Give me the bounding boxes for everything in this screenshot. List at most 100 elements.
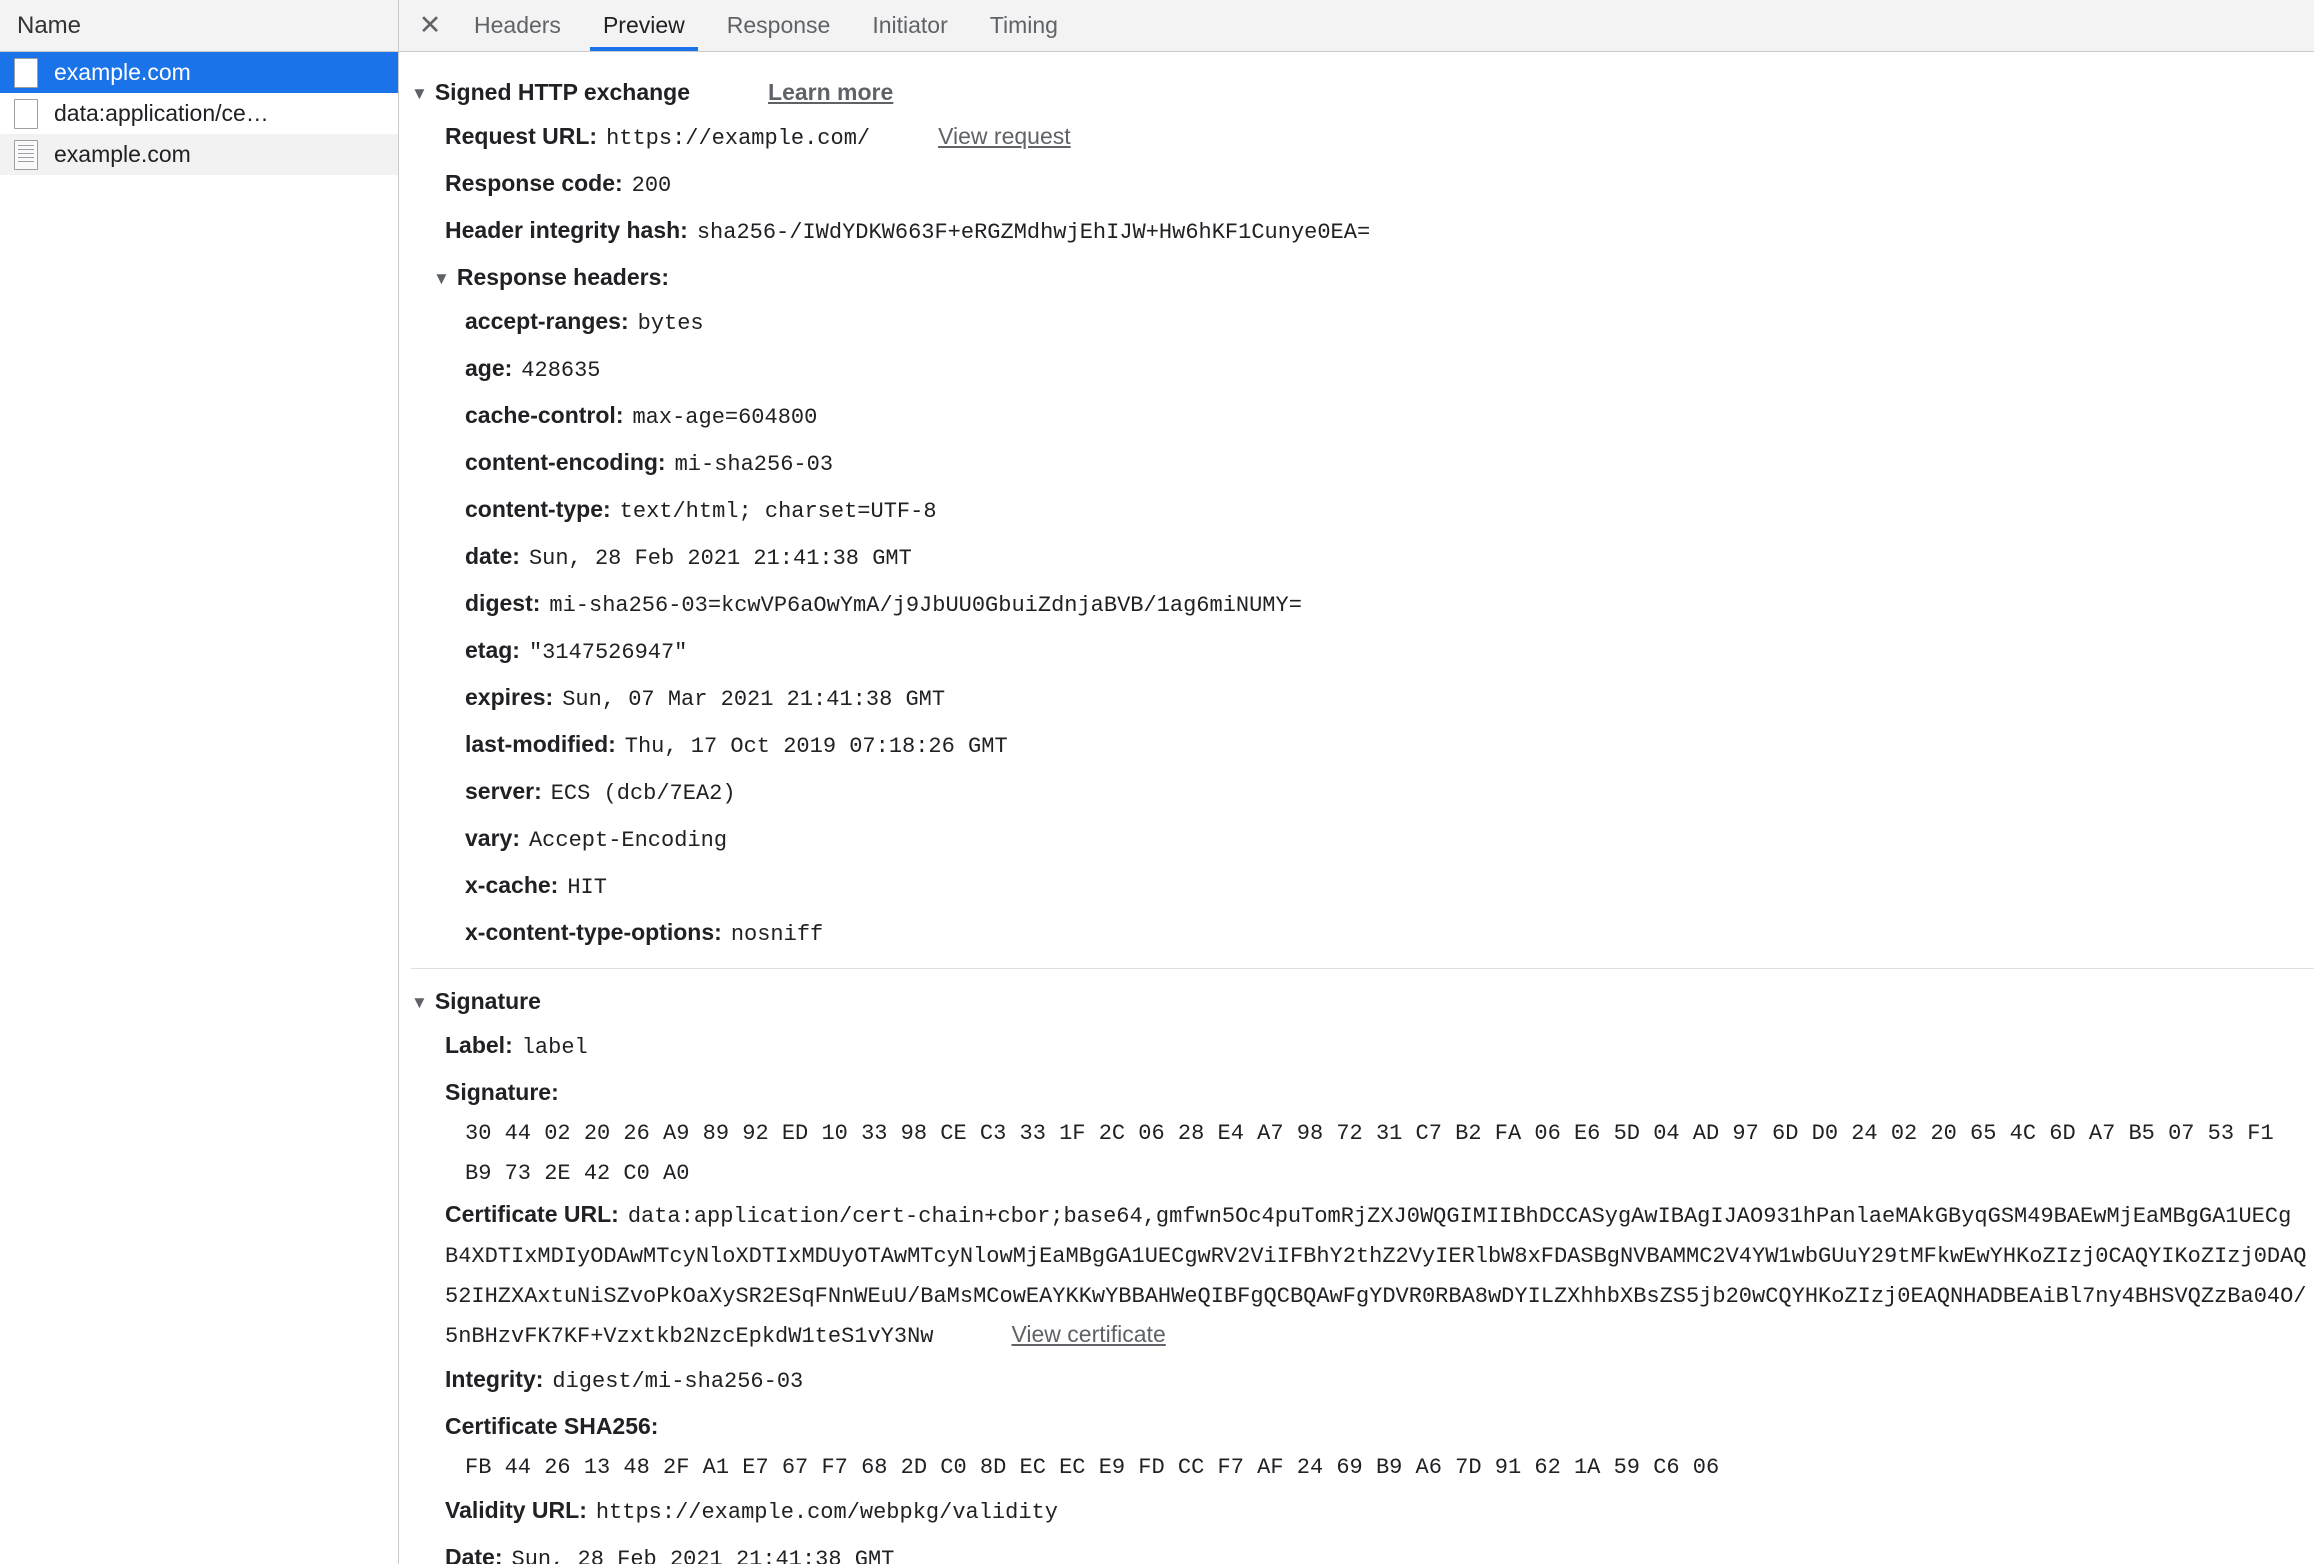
- blank-document-icon: [14, 57, 38, 88]
- header-value: nosniff: [730, 922, 824, 947]
- integrity-row: Integrity: digest/mi-sha256-03: [399, 1357, 2314, 1404]
- network-row-data-application-cert[interactable]: data:application/ce…: [0, 93, 398, 134]
- column-header-name: Name: [17, 11, 82, 39]
- certificate-url-value: 5nBHzvFK7KF+Vzxtkb2NzcEpkdW1teS1vY3Nw: [445, 1324, 934, 1349]
- response-code-row: Response code: 200: [399, 161, 2314, 208]
- network-row-example-com-html[interactable]: example.com: [0, 134, 398, 175]
- header-name: age:: [465, 355, 513, 381]
- validity-url-value: https://example.com/webpkg/validity: [595, 1500, 1058, 1525]
- response-headers-title: Response headers:: [456, 264, 670, 290]
- signature-date-row: Date: Sun, 28 Feb 2021 21:41:38 GMT: [399, 1535, 2314, 1564]
- certificate-url-last-line-row: 5nBHzvFK7KF+Vzxtkb2NzcEpkdW1teS1vY3Nw Vi…: [399, 1317, 2314, 1357]
- tab-response[interactable]: Response: [706, 0, 852, 51]
- certificate-url-value: 52IHZXAxtuNiSZvoPkOaXySR2ESqFNnWEuU/BaMs…: [445, 1284, 2307, 1309]
- header-value: ECS (dcb/7EA2): [550, 781, 736, 806]
- request-detail-pane: ✕ Headers Preview Response Initiator Tim…: [399, 0, 2314, 1564]
- header-name: expires:: [465, 684, 554, 710]
- header-value: mi-sha256-03=kcwVP6aOwYmA/j9JbUU0GbuiZdn…: [549, 593, 1302, 618]
- date-value: Sun, 28 Feb 2021 21:41:38 GMT: [511, 1547, 895, 1564]
- header-value: HIT: [567, 875, 607, 900]
- signature-key: Signature:: [445, 1079, 559, 1105]
- chevron-down-icon[interactable]: ▼: [411, 994, 428, 1011]
- header-row: accept-ranges: bytes: [399, 299, 2314, 346]
- learn-more-link[interactable]: Learn more: [768, 70, 893, 114]
- header-row: etag: "3147526947": [399, 628, 2314, 675]
- view-certificate-link[interactable]: View certificate: [1011, 1321, 1165, 1348]
- header-row: cache-control: max-age=604800: [399, 393, 2314, 440]
- header-name: server:: [465, 778, 542, 804]
- network-list-header: Name: [0, 0, 398, 52]
- header-row: age: 428635: [399, 346, 2314, 393]
- header-row: vary: Accept-Encoding: [399, 816, 2314, 863]
- tab-headers[interactable]: Headers: [453, 0, 582, 51]
- section-title: Signed HTTP exchange: [434, 79, 691, 105]
- header-value: text/html; charset=UTF-8: [619, 499, 937, 524]
- header-row: server: ECS (dcb/7EA2): [399, 769, 2314, 816]
- validity-url-key: Validity URL:: [445, 1497, 587, 1523]
- header-row: last-modified: Thu, 17 Oct 2019 07:18:26…: [399, 722, 2314, 769]
- network-row-example-com-sxg[interactable]: example.com: [0, 52, 398, 93]
- chevron-down-icon[interactable]: ▼: [433, 270, 450, 287]
- response-code-key: Response code:: [445, 170, 623, 196]
- request-url-key: Request URL:: [445, 123, 598, 149]
- integrity-value: digest/mi-sha256-03: [552, 1369, 804, 1394]
- header-name: last-modified:: [465, 731, 616, 757]
- text-document-icon: [14, 139, 38, 170]
- certificate-url-row: Certificate URL: data:application/cert-c…: [399, 1194, 2314, 1237]
- tab-preview[interactable]: Preview: [582, 0, 706, 51]
- signature-hex-line: B9 73 2E 42 C0 A0: [465, 1161, 690, 1186]
- network-list-rows: example.com data:application/ce… example…: [0, 52, 398, 1564]
- header-value: max-age=604800: [632, 405, 818, 430]
- certificate-url-key: Certificate URL:: [445, 1201, 619, 1227]
- view-request-link[interactable]: View request: [938, 114, 1071, 158]
- header-value: Sun, 07 Mar 2021 21:41:38 GMT: [562, 687, 946, 712]
- header-row: content-encoding: mi-sha256-03: [399, 440, 2314, 487]
- header-name: digest:: [465, 590, 541, 616]
- label-key: Label:: [445, 1032, 513, 1058]
- certificate-url-value: data:application/cert-chain+cbor;base64,…: [627, 1204, 2292, 1229]
- header-value: bytes: [637, 311, 704, 336]
- section-title: Signature: [434, 988, 541, 1014]
- header-integrity-value: sha256-/IWdYDKW663F+eRGZMdhwjEhIJW+Hw6hK…: [696, 220, 1371, 245]
- integrity-key: Integrity:: [445, 1366, 544, 1392]
- header-name: date:: [465, 543, 520, 569]
- signature-hex-line: 30 44 02 20 26 A9 89 92 ED 10 33 98 CE C…: [465, 1121, 2274, 1146]
- close-icon[interactable]: ✕: [407, 0, 453, 51]
- header-name: cache-control:: [465, 402, 624, 428]
- certificate-sha256-row: Certificate SHA256:: [399, 1404, 2314, 1448]
- certificate-sha256-key: Certificate SHA256:: [445, 1413, 659, 1439]
- header-name: content-encoding:: [465, 449, 666, 475]
- preview-content: ▼ Signed HTTP exchange Learn more Reques…: [399, 52, 2314, 1564]
- header-value: Thu, 17 Oct 2019 07:18:26 GMT: [624, 734, 1008, 759]
- tab-timing[interactable]: Timing: [969, 0, 1079, 51]
- blank-document-icon: [14, 98, 38, 129]
- tab-initiator[interactable]: Initiator: [851, 0, 968, 51]
- header-name: content-type:: [465, 496, 611, 522]
- certificate-url-value: B4XDTIxMDIyODAwMTcyNloXDTIxMDUyOTAwMTcyN…: [445, 1244, 2307, 1269]
- request-url-value: https://example.com/: [606, 126, 871, 151]
- header-name: accept-ranges:: [465, 308, 629, 334]
- header-value: Sun, 28 Feb 2021 21:41:38 GMT: [528, 546, 912, 571]
- header-name: x-cache:: [465, 872, 559, 898]
- header-name: vary:: [465, 825, 520, 851]
- header-value: "3147526947": [528, 640, 688, 665]
- detail-tabbar: ✕ Headers Preview Response Initiator Tim…: [399, 0, 2314, 52]
- header-value: 428635: [521, 358, 601, 383]
- label-value: label: [521, 1035, 588, 1060]
- network-row-label: example.com: [54, 141, 191, 167]
- signature-section-header[interactable]: ▼ Signature: [399, 979, 2314, 1023]
- header-integrity-key: Header integrity hash:: [445, 217, 688, 243]
- response-headers-section-header[interactable]: ▼ Response headers:: [399, 255, 2314, 299]
- header-row: digest: mi-sha256-03=kcwVP6aOwYmA/j9JbUU…: [399, 581, 2314, 628]
- section-divider: [411, 968, 2314, 969]
- response-code-value: 200: [631, 173, 672, 198]
- validity-url-row: Validity URL: https://example.com/webpkg…: [399, 1488, 2314, 1535]
- signed-http-exchange-section-header[interactable]: ▼ Signed HTTP exchange Learn more: [399, 70, 2314, 114]
- signature-label-row: Label: label: [399, 1023, 2314, 1070]
- network-row-label: example.com: [54, 59, 191, 85]
- header-row: x-cache: HIT: [399, 863, 2314, 910]
- header-name: x-content-type-options:: [465, 919, 722, 945]
- chevron-down-icon[interactable]: ▼: [411, 85, 428, 102]
- header-row: content-type: text/html; charset=UTF-8: [399, 487, 2314, 534]
- header-row: x-content-type-options: nosniff: [399, 910, 2314, 957]
